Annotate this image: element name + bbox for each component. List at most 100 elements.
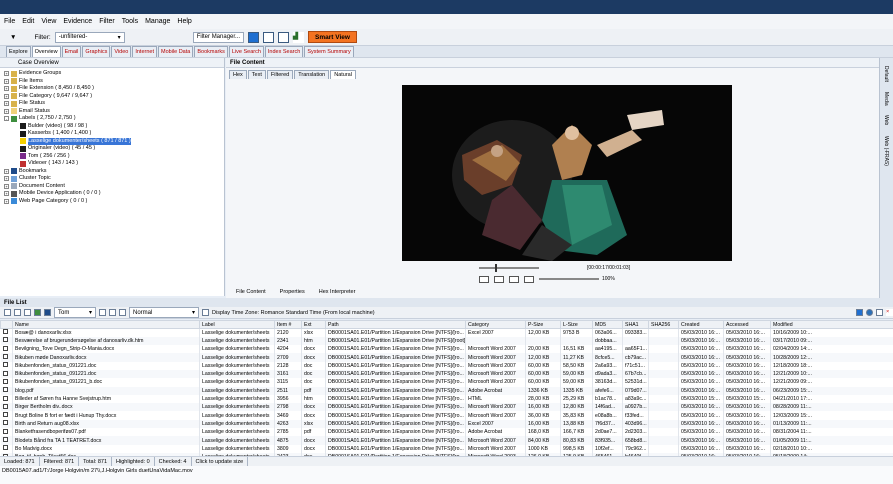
user-icon[interactable] bbox=[876, 309, 883, 316]
tree-item[interactable]: - Labels ( 2,750 / 2,750 ) bbox=[4, 115, 224, 123]
bookmark-tool-icon[interactable] bbox=[44, 309, 51, 316]
thumbnail-view-icon[interactable] bbox=[263, 31, 275, 43]
timezone-icon[interactable] bbox=[202, 309, 209, 316]
row-checkbox[interactable] bbox=[2, 437, 8, 442]
expand-icon[interactable]: + bbox=[4, 101, 9, 107]
table-row[interactable]: Bosæ@ i danoxarliv.xlsx Lasselige dokumen… bbox=[0, 328, 893, 337]
copy-icon[interactable] bbox=[14, 309, 21, 316]
update-size-button[interactable]: Click to update size bbox=[192, 456, 249, 467]
expand-icon[interactable]: + bbox=[4, 108, 9, 114]
menu-evidence[interactable]: Evidence bbox=[63, 18, 92, 25]
grid-view-icon[interactable] bbox=[248, 31, 260, 43]
tree-item[interactable]: Bulder (video) ( 98 / 98 ) bbox=[4, 123, 224, 131]
play-button[interactable] bbox=[479, 275, 489, 283]
tab-video[interactable]: Video bbox=[111, 46, 132, 57]
menu-filter[interactable]: Filter bbox=[99, 18, 115, 25]
column-header-name[interactable]: Name bbox=[12, 320, 200, 329]
expand-icon[interactable]: + bbox=[4, 168, 9, 174]
column-header-modified[interactable]: Modified bbox=[770, 320, 893, 329]
expand-icon[interactable]: + bbox=[4, 176, 9, 182]
tree-item[interactable]: Videoer ( 143 / 143 ) bbox=[4, 160, 224, 168]
stop-button[interactable] bbox=[494, 275, 504, 283]
table-row[interactable]: Bikubenfonden_status_091221_b.doc Lasseli… bbox=[0, 378, 893, 387]
smart-view-button[interactable]: Smart View bbox=[308, 31, 357, 43]
column-header-sha1[interactable]: SHA1 bbox=[622, 320, 649, 329]
tree-item[interactable]: + Mobile Device Application ( 0 / 0 ) bbox=[4, 190, 224, 198]
tab-graphics[interactable]: Graphics bbox=[82, 46, 111, 57]
side-tab-default[interactable]: Default bbox=[883, 64, 889, 84]
column-header-category[interactable]: Category bbox=[465, 320, 526, 329]
expand-icon[interactable]: + bbox=[4, 86, 9, 92]
column-header-label[interactable]: Label bbox=[199, 320, 275, 329]
collapse-icon[interactable]: - bbox=[4, 116, 9, 122]
tree-item[interactable]: Kasserbs ( 1,400 / 1,400 ) bbox=[4, 130, 224, 138]
table-row[interactable]: Bo Madvig.docx Lasselige dokumenter/sheet… bbox=[0, 444, 893, 453]
side-tab-media[interactable]: Media bbox=[883, 90, 889, 108]
row-checkbox[interactable] bbox=[2, 387, 8, 393]
table-row[interactable]: Bikuben møde Danoxarliv.docx Lasselige do… bbox=[0, 353, 893, 362]
tab-properties[interactable]: Properties bbox=[280, 289, 305, 295]
menu-manage[interactable]: Manage bbox=[145, 18, 170, 25]
table-row[interactable]: Bevilgning_Tove Degn_Strip-O-Mania.docx L… bbox=[0, 345, 893, 354]
side-tab-web[interactable]: Web bbox=[883, 113, 889, 127]
tab-natural[interactable]: Natural bbox=[330, 70, 356, 79]
tree-item[interactable]: Originaler (video) ( 45 / 45 ) bbox=[4, 145, 224, 153]
tab-file-content[interactable]: File Content bbox=[236, 289, 266, 295]
label-select[interactable]: Tom ▾ bbox=[54, 307, 96, 318]
row-checkbox[interactable] bbox=[2, 378, 8, 384]
column-header-p-size[interactable]: P-Size bbox=[525, 320, 561, 329]
column-header-sha256[interactable]: SHA256 bbox=[648, 320, 679, 329]
table-row[interactable]: Blodets Bånd fra TA 1 TEATRET.docx Lassel… bbox=[0, 436, 893, 445]
step-button[interactable] bbox=[509, 275, 519, 283]
expand-icon[interactable]: + bbox=[4, 183, 9, 189]
row-checkbox[interactable] bbox=[2, 445, 8, 451]
volume-slider[interactable] bbox=[539, 278, 599, 280]
video-frame[interactable] bbox=[402, 85, 732, 261]
menu-view[interactable]: View bbox=[41, 18, 56, 25]
column-header-ext[interactable]: Ext bbox=[301, 320, 326, 329]
table-row[interactable]: Birth and Return aug08.xlsx Lasselige dok… bbox=[0, 419, 893, 429]
tab-filtered[interactable]: Filtered bbox=[266, 70, 294, 79]
tab-text[interactable]: Text bbox=[247, 70, 266, 79]
tab-translation[interactable]: Translation bbox=[294, 70, 330, 79]
column-header-md5[interactable]: MD5 bbox=[592, 320, 623, 329]
tab-hex-interpreter[interactable]: Hex Interpreter bbox=[319, 289, 356, 295]
tree-item[interactable]: + Document Content bbox=[4, 183, 224, 191]
tab-live-search[interactable]: Live Search bbox=[228, 46, 264, 57]
menu-tools[interactable]: Tools bbox=[122, 18, 138, 25]
seek-thumb[interactable] bbox=[495, 264, 498, 272]
menu-file[interactable]: File bbox=[4, 18, 15, 25]
table-row[interactable]: Besværelse af brugerundersøgelse af dano… bbox=[0, 336, 893, 346]
table-row[interactable]: Brugt Boline B fort er fædt i Hunup Thy.… bbox=[0, 411, 893, 420]
row-checkbox[interactable] bbox=[2, 337, 8, 343]
next-button[interactable] bbox=[524, 275, 534, 283]
tree-item[interactable]: Tom ( 256 / 256 ) bbox=[4, 153, 224, 161]
row-checkbox[interactable] bbox=[2, 354, 8, 360]
globe-icon[interactable] bbox=[866, 309, 873, 316]
style-select[interactable]: Normal ▾ bbox=[129, 307, 199, 318]
row-checkbox[interactable] bbox=[2, 395, 8, 401]
tab-explore[interactable]: Explore bbox=[6, 46, 31, 57]
single-view-icon[interactable] bbox=[278, 31, 290, 43]
row-checkbox[interactable] bbox=[2, 329, 8, 335]
tab-system-summary[interactable]: System Summary bbox=[304, 46, 354, 57]
tab-hex[interactable]: Hex bbox=[229, 70, 247, 79]
tree-item[interactable]: + Cluster Topic bbox=[4, 175, 224, 183]
expand-icon[interactable]: + bbox=[4, 93, 9, 99]
column-settings-icon[interactable] bbox=[99, 309, 106, 316]
tab-overview[interactable]: Overview bbox=[31, 46, 61, 57]
expand-icon[interactable]: + bbox=[4, 191, 9, 197]
table-row[interactable]: blog.pdf Lasselige dokumenter/sheets 2511 p… bbox=[0, 386, 893, 395]
filter-manager-button[interactable]: Filter Manager... bbox=[192, 31, 245, 43]
tree-item[interactable]: + Bookmarks bbox=[4, 168, 224, 176]
tree-item[interactable]: + File Category ( 9,647 / 9,647 ) bbox=[4, 93, 224, 101]
tree-item[interactable]: + File Extension ( 8,450 / 8,450 ) bbox=[4, 85, 224, 93]
row-checkbox[interactable] bbox=[2, 362, 8, 368]
tree-item[interactable]: + File Status bbox=[4, 100, 224, 108]
table-row[interactable]: Billeder af Søren fra Hanne Svejstrup.ht… bbox=[0, 394, 893, 404]
sort-icon[interactable] bbox=[109, 309, 116, 316]
tab-bookmarks[interactable]: Bookmarks bbox=[194, 46, 228, 57]
expand-icon[interactable]: + bbox=[4, 71, 9, 77]
chart-icon[interactable]: ▟ bbox=[293, 31, 305, 43]
column-header-accessed[interactable]: Accessed bbox=[723, 320, 771, 329]
